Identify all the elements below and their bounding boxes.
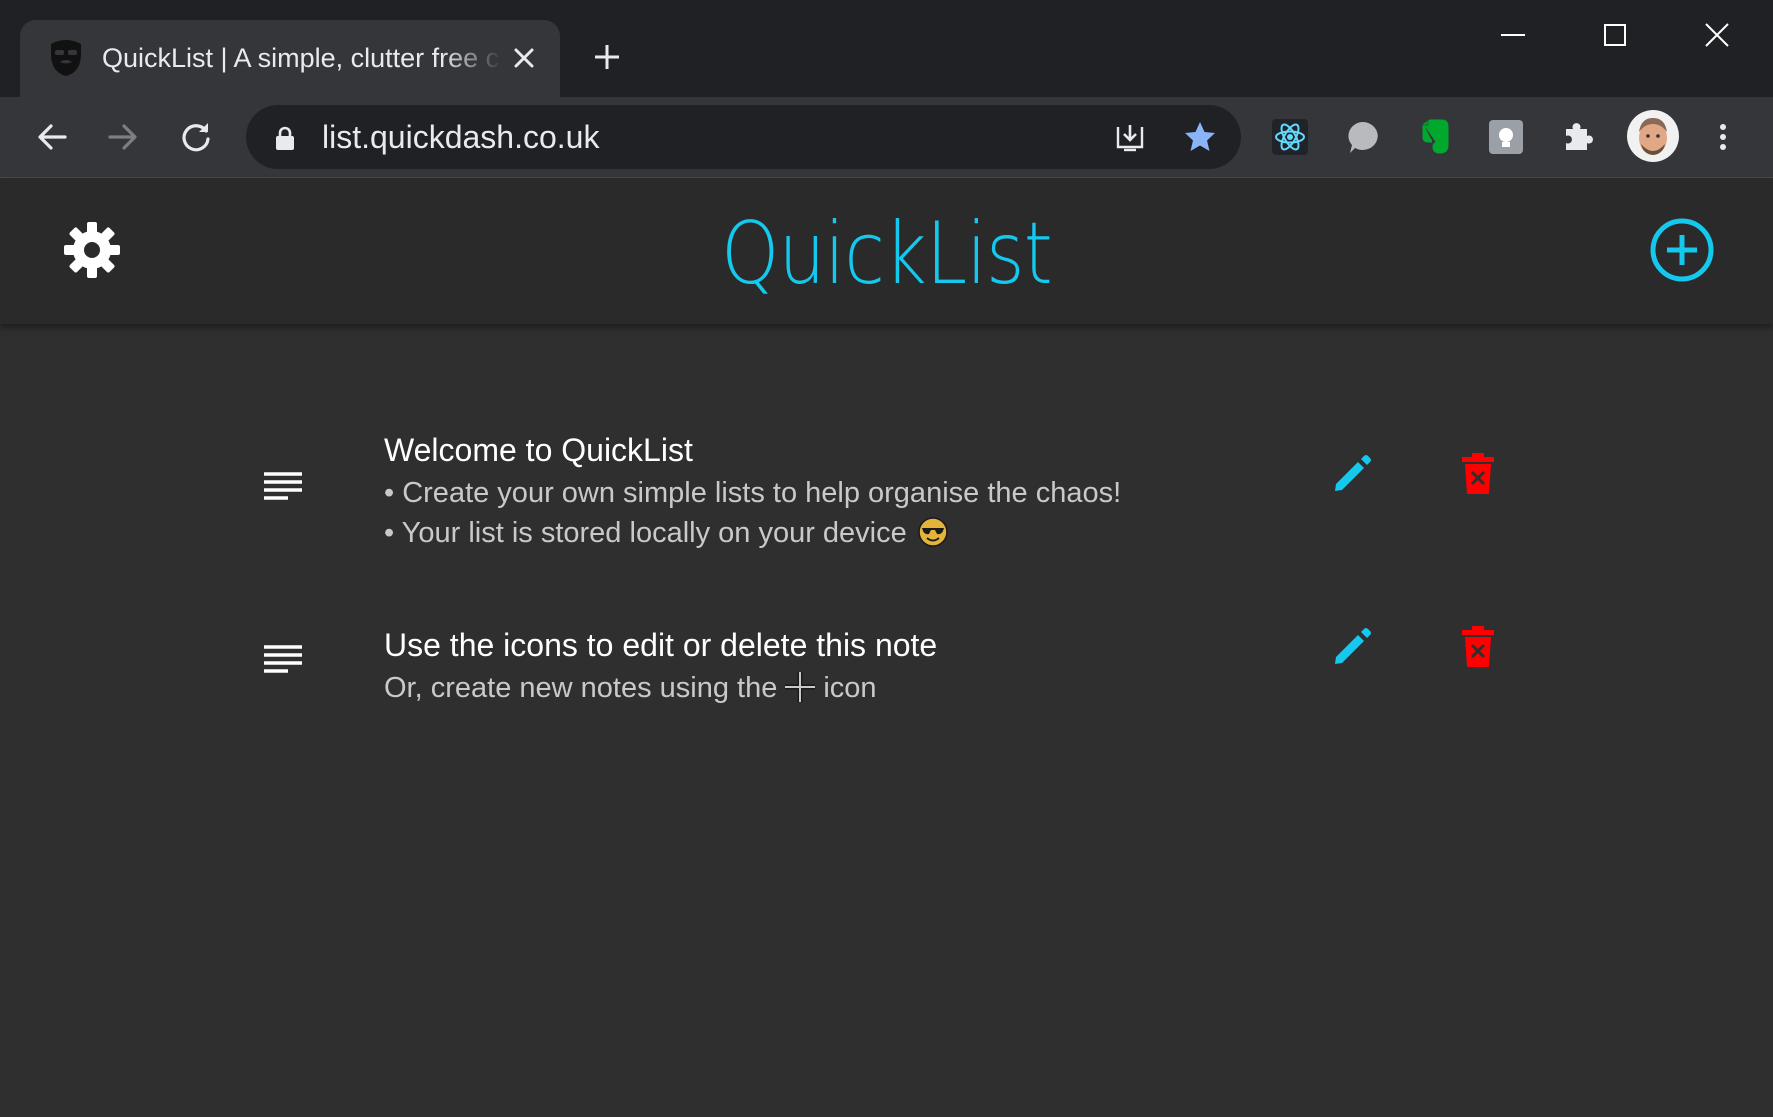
add-note-plus-circle-icon[interactable] [1649,217,1715,283]
browser-menu-kebab-icon[interactable] [1703,117,1743,157]
install-app-icon[interactable] [1112,119,1148,155]
maximize-window-icon[interactable] [1588,16,1642,56]
note-title: Use the icons to edit or delete this not… [384,627,938,663]
extensions-puzzle-icon[interactable] [1558,117,1598,157]
url-text[interactable]: list.quickdash.co.uk [322,119,599,155]
profile-avatar[interactable] [1627,110,1679,162]
app-header: QuickList [0,178,1773,324]
tab-title: QuickList | A simple, clutter free c [102,43,500,73]
note-line-text: Or, create new notes using the [384,672,778,704]
evernote-extension-icon[interactable] [1414,117,1454,157]
new-tab-icon[interactable] [592,42,622,72]
plus-icon [785,672,816,702]
forward-arrow-icon[interactable] [104,118,142,156]
close-tab-icon[interactable] [510,44,538,72]
delete-trash-icon[interactable] [1460,625,1496,669]
back-arrow-icon[interactable] [33,118,71,156]
react-devtools-extension-icon[interactable] [1270,117,1310,157]
delete-trash-icon[interactable] [1460,452,1496,496]
browser-tab[interactable]: QuickList | A simple, clutter free c [20,20,560,97]
bearded-face-favicon-icon [51,40,81,76]
note-line: Or, create new notes using the icon [384,669,877,707]
browser-titlebar: QuickList | A simple, clutter free c [0,0,1773,97]
sunglasses-emoji-icon [917,517,948,547]
note-title: Welcome to QuickList [384,432,693,468]
minimize-window-icon[interactable] [1486,16,1540,56]
reload-icon[interactable] [177,118,215,156]
bookmark-star-icon[interactable] [1182,119,1218,155]
close-window-icon[interactable] [1690,16,1744,56]
lightbulb-extension-icon[interactable] [1486,117,1526,157]
note-drag-handle-lines-icon[interactable] [262,470,304,502]
note-line: • Your list is stored locally on your de… [384,514,949,552]
edit-pencil-icon[interactable] [1330,452,1374,496]
note-drag-handle-lines-icon[interactable] [262,643,304,675]
lock-icon[interactable] [274,126,296,150]
settings-gear-icon[interactable] [62,220,122,280]
note-line-text: • Your list is stored locally on your de… [384,517,907,549]
edit-pencil-icon[interactable] [1330,625,1374,669]
app-title: QuickList [721,204,1053,304]
note-line: • Create your own simple lists to help o… [384,477,1122,509]
browser-toolbar: list.quickdash.co.uk [0,97,1773,178]
note-line-text: icon [823,672,877,704]
speech-bubble-extension-icon[interactable] [1342,117,1382,157]
address-bar[interactable]: list.quickdash.co.uk [246,105,1241,169]
